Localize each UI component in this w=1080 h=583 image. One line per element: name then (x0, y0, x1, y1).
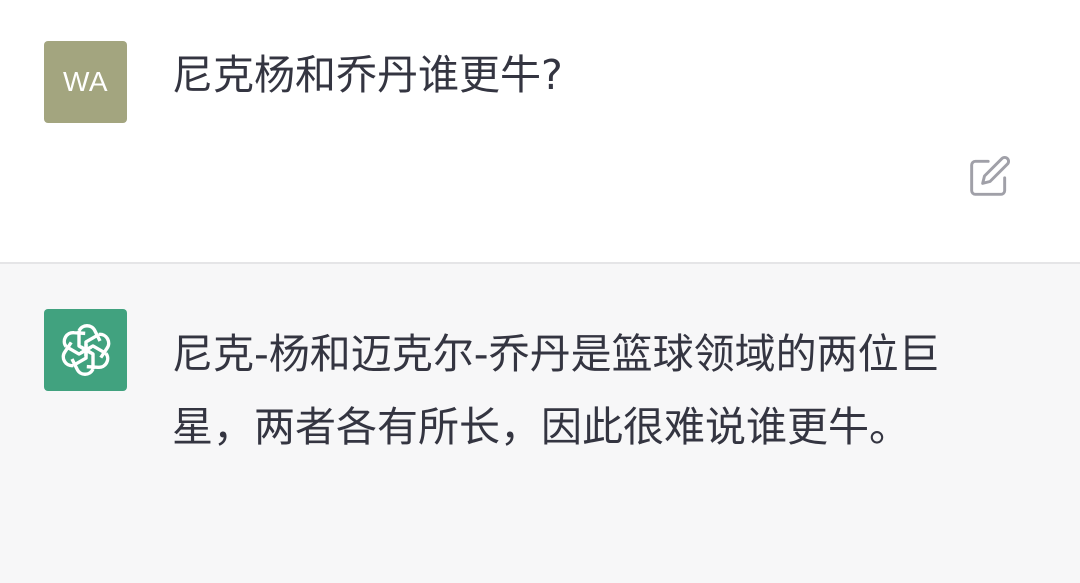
edit-message-button[interactable] (966, 152, 1014, 200)
openai-logo-icon (55, 324, 116, 376)
assistant-avatar (44, 309, 127, 391)
edit-icon (970, 156, 1010, 196)
user-message-row: WA 尼克杨和乔丹谁更牛? (0, 0, 1080, 262)
user-avatar: WA (44, 41, 127, 123)
user-avatar-initials: WA (62, 66, 109, 97)
assistant-message-row: 尼克-杨和迈克尔-乔丹是篮球领域的两位巨星，两者各有所长，因此很难说谁更牛。 (0, 264, 1080, 583)
user-message-text: 尼克杨和乔丹谁更牛? (172, 51, 563, 99)
assistant-message-text: 尼克-杨和迈克尔-乔丹是篮球领域的两位巨星，两者各有所长，因此很难说谁更牛。 (172, 330, 940, 451)
chat-thread: WA 尼克杨和乔丹谁更牛? 尼克-杨和迈克尔-乔丹是篮球领域的两位巨星，两者各有… (0, 0, 1080, 583)
